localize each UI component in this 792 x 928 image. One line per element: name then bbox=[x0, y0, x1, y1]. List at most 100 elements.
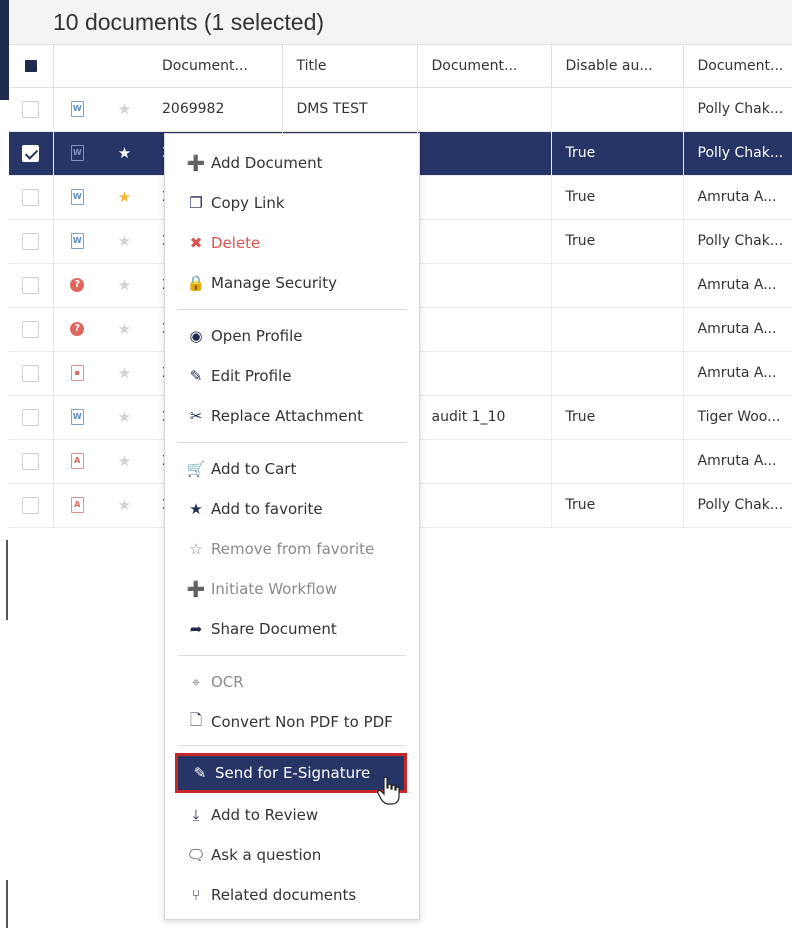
row-checkbox[interactable] bbox=[22, 320, 40, 338]
menu-item-label: Convert Non PDF to PDF bbox=[211, 713, 393, 731]
menu-item-add-to-favorite[interactable]: ★ Add to favorite bbox=[165, 492, 419, 526]
favorite-star-icon[interactable]: ★ bbox=[118, 144, 131, 162]
menu-divider bbox=[178, 745, 406, 746]
menu-item-share-document[interactable]: ➦ Share Document bbox=[165, 612, 419, 646]
menu-item-label: Add to favorite bbox=[211, 500, 323, 518]
menu-item-replace-attachment[interactable]: ✂ Replace Attachment bbox=[165, 399, 419, 433]
cell-disable: True bbox=[551, 131, 684, 176]
menu-divider bbox=[178, 309, 406, 310]
cell-author: Polly Chak... bbox=[683, 131, 792, 176]
row-checkbox[interactable] bbox=[22, 100, 40, 118]
menu-item-label: Remove from favorite bbox=[211, 540, 375, 558]
menu-item-add-document[interactable]: ➕ Add Document bbox=[165, 146, 419, 180]
select-all-cell[interactable] bbox=[9, 45, 54, 88]
word-file-icon: W bbox=[70, 189, 84, 205]
edit-icon: ✎ bbox=[189, 367, 203, 385]
select-all-checkbox[interactable] bbox=[24, 59, 37, 72]
cell-author: Amruta A... bbox=[683, 439, 792, 484]
cell-doc-type bbox=[417, 351, 552, 396]
column-header-document-type[interactable]: Document... bbox=[417, 45, 552, 88]
menu-item-send-for-esignature[interactable]: ✎ Send for E-Signature bbox=[175, 753, 407, 793]
menu-item-label: Replace Attachment bbox=[211, 407, 364, 425]
menu-item-convert-pdf[interactable]: 🗋 Convert Non PDF to PDF bbox=[165, 705, 419, 739]
branch-icon: ⑂ bbox=[191, 886, 201, 904]
favorite-star-icon[interactable]: ★ bbox=[118, 188, 131, 206]
row-checkbox-checked[interactable] bbox=[22, 144, 40, 162]
cell-author: Polly Chak... bbox=[683, 219, 792, 264]
cell-doc-number: 2069982 bbox=[148, 87, 283, 132]
pdf-file-icon: A bbox=[70, 453, 84, 469]
menu-item-ocr: ⌖ OCR bbox=[165, 665, 419, 699]
favorite-star-icon[interactable]: ★ bbox=[118, 320, 131, 338]
word-file-icon: W bbox=[70, 409, 84, 425]
favorite-star-icon[interactable]: ★ bbox=[118, 276, 131, 294]
table-row[interactable]: W ★ 2069982 DMS TEST Polly Chak... bbox=[9, 87, 792, 132]
cell-doc-type bbox=[417, 439, 552, 484]
menu-item-label: Edit Profile bbox=[211, 367, 292, 385]
eye-icon: ◉ bbox=[189, 327, 203, 345]
favorite-star-icon[interactable]: ★ bbox=[118, 408, 131, 426]
menu-item-label: Manage Security bbox=[211, 274, 337, 292]
plus-circle-icon: ➕ bbox=[186, 580, 206, 598]
row-checkbox[interactable] bbox=[22, 188, 40, 206]
menu-item-delete[interactable]: ✖ Delete bbox=[165, 226, 419, 260]
menu-item-label: Share Document bbox=[211, 620, 337, 638]
type-header bbox=[53, 45, 101, 88]
favorite-star-icon[interactable]: ★ bbox=[118, 364, 131, 382]
favorite-star-icon[interactable]: ★ bbox=[118, 452, 131, 470]
menu-item-copy-link[interactable]: ❐ Copy Link bbox=[165, 186, 419, 220]
cell-disable: True bbox=[551, 175, 684, 220]
word-file-icon: W bbox=[70, 101, 84, 117]
menu-item-manage-security[interactable]: 🔒 Manage Security bbox=[165, 266, 419, 300]
menu-item-open-profile[interactable]: ◉ Open Profile bbox=[165, 319, 419, 353]
pdf-file-icon: A bbox=[70, 497, 84, 513]
menu-item-add-to-cart[interactable]: 🛒 Add to Cart bbox=[165, 452, 419, 486]
cell-doc-type bbox=[417, 483, 552, 528]
cell-doc-type bbox=[417, 307, 552, 352]
menu-item-ask-question[interactable]: 🗨 Ask a question bbox=[165, 838, 419, 872]
column-header-author[interactable]: Document... bbox=[683, 45, 792, 88]
share-icon: ➦ bbox=[189, 620, 203, 638]
row-checkbox[interactable] bbox=[22, 364, 40, 382]
cell-doc-type bbox=[417, 131, 552, 176]
inbox-download-icon: ⤓ bbox=[192, 806, 200, 824]
cell-author: Polly Chak... bbox=[683, 483, 792, 528]
cell-disable: True bbox=[551, 483, 684, 528]
left-divider-lower bbox=[6, 880, 8, 928]
row-checkbox[interactable] bbox=[22, 452, 40, 470]
menu-item-initiate-workflow: ➕ Initiate Workflow bbox=[165, 572, 419, 606]
grid-header: 10 documents (1 selected) bbox=[9, 0, 792, 45]
star-outline-icon: ☆ bbox=[189, 540, 203, 558]
document-count-title: 10 documents (1 selected) bbox=[53, 9, 325, 35]
row-checkbox[interactable] bbox=[22, 276, 40, 294]
menu-item-edit-profile[interactable]: ✎ Edit Profile bbox=[165, 359, 419, 393]
favorite-star-icon[interactable]: ★ bbox=[118, 100, 131, 118]
menu-item-label: Ask a question bbox=[211, 846, 322, 864]
star-icon: ★ bbox=[189, 500, 203, 518]
menu-item-label: Add to Cart bbox=[211, 460, 297, 478]
paperclip-icon: ✂ bbox=[189, 407, 203, 425]
favorite-star-icon[interactable]: ★ bbox=[118, 232, 131, 250]
cart-icon: 🛒 bbox=[186, 460, 206, 478]
column-header-disable[interactable]: Disable au... bbox=[551, 45, 684, 88]
cell-doc-type bbox=[417, 263, 552, 308]
menu-item-related-documents[interactable]: ⑂ Related documents bbox=[165, 878, 419, 912]
column-header-title[interactable]: Title bbox=[282, 45, 418, 88]
favorite-star-icon[interactable]: ★ bbox=[118, 496, 131, 514]
menu-item-remove-from-favorite: ☆ Remove from favorite bbox=[165, 532, 419, 566]
row-checkbox[interactable] bbox=[22, 408, 40, 426]
cell-disable bbox=[551, 263, 684, 308]
row-checkbox[interactable] bbox=[22, 232, 40, 250]
column-header-document-number[interactable]: Document... bbox=[148, 45, 283, 88]
menu-item-label: Add Document bbox=[211, 154, 323, 172]
unknown-file-icon: ? bbox=[70, 322, 85, 336]
cell-disable bbox=[551, 439, 684, 484]
menu-item-label: Open Profile bbox=[211, 327, 303, 345]
cell-disable bbox=[551, 351, 684, 396]
favorite-header bbox=[101, 45, 148, 88]
cell-author: Tiger Woo... bbox=[683, 395, 792, 440]
cell-disable bbox=[551, 87, 684, 132]
hand-pointer-cursor-icon bbox=[377, 776, 400, 805]
menu-item-label: Add to Review bbox=[211, 806, 319, 824]
row-checkbox[interactable] bbox=[22, 496, 40, 514]
